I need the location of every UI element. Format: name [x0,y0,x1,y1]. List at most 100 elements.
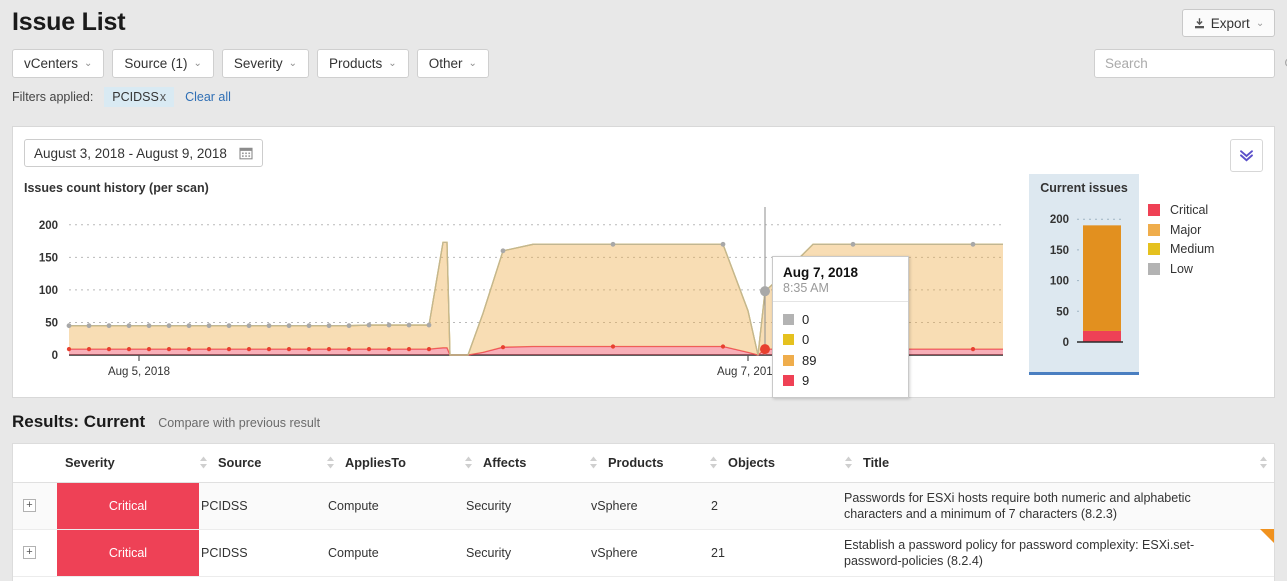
svg-text:100: 100 [1050,276,1069,288]
table-header-row: Severity Source AppliesTo Affects Produc… [13,444,1274,483]
sort-icon[interactable] [199,456,208,469]
results-table: Severity Source AppliesTo Affects Produc… [13,444,1274,577]
tooltip-low-value: 0 [802,311,810,327]
results-table-card: Severity Source AppliesTo Affects Produc… [12,443,1275,581]
chevron-down-icon: ⌄ [288,58,298,69]
cell-source: PCIDSS [199,529,326,577]
filter-other-label: Other [428,56,463,71]
search-box[interactable] [1094,49,1287,78]
th-title[interactable]: Title [844,444,1274,483]
date-range-picker[interactable]: August 3, 2018 - August 9, 2018 [24,139,263,167]
tooltip-row-major: 89 [783,350,898,371]
th-severity[interactable]: Severity [57,444,199,483]
table-row[interactable]: + Critical PCIDSS Compute Security vSphe… [13,528,1274,577]
th-objects-label: Objects [728,455,775,471]
date-range-text: August 3, 2018 - August 9, 2018 [34,145,227,161]
tooltip-row-medium: 0 [783,330,898,351]
filter-pill-pcidss[interactable]: PCIDSSx [104,87,175,107]
sort-icon[interactable] [844,456,853,469]
filter-severity[interactable]: Severity ⌄ [221,49,310,78]
current-issues-title: Current issues [1040,181,1128,195]
filter-products-label: Products [329,56,383,71]
filter-source[interactable]: Source (1) ⌄ [112,49,214,78]
filter-severity-label: Severity [233,56,283,71]
export-button[interactable]: Export ⌄ [1182,9,1275,37]
th-source-label: Source [218,455,262,471]
th-appliesto[interactable]: AppliesTo [326,444,464,483]
expand-row-button[interactable]: + [23,499,36,512]
chart-tooltip: Aug 7, 2018 8:35 AM 0 0 89 9 [772,256,909,398]
chart-title: Issues count history (per scan) [24,181,209,195]
cell-expander: + [13,529,57,577]
filter-vcenters[interactable]: vCenters ⌄ [12,49,105,78]
th-products-label: Products [608,455,664,471]
cell-objects: 2 [709,482,844,530]
cell-affects: Security [464,482,589,530]
tooltip-medium-value: 0 [802,332,810,348]
expand-chart-button[interactable] [1230,139,1263,172]
legend-label-low: Low [1170,262,1193,277]
filter-source-label: Source (1) [124,56,188,71]
cell-appliesto: Compute [326,482,464,530]
cell-products: vSphere [589,482,709,530]
filter-products[interactable]: Products ⌄ [317,49,409,78]
sort-icon[interactable] [464,456,473,469]
th-affects[interactable]: Affects [464,444,589,483]
close-icon[interactable]: x [160,90,166,104]
svg-text:150: 150 [39,252,58,264]
legend-item-major: Major [1148,220,1214,240]
table-row[interactable]: + Critical PCIDSS Compute Security vSphe… [13,482,1274,530]
filter-other[interactable]: Other ⌄ [416,49,489,78]
sort-icon[interactable] [589,456,598,469]
svg-text:Aug 7, 2018: Aug 7, 2018 [717,366,779,378]
th-products[interactable]: Products [589,444,709,483]
calendar-icon[interactable] [239,146,253,160]
flag-triangle-icon [1260,528,1274,544]
compare-previous-link[interactable]: Compare with previous result [158,416,320,430]
filter-button-row: vCenters ⌄ Source (1) ⌄ Severity ⌄ Produ… [12,49,489,78]
cell-affects: Security [464,529,589,577]
th-affects-label: Affects [483,455,527,471]
results-table-body: + Critical PCIDSS Compute Security vSphe… [13,482,1274,577]
cell-expander: + [13,482,57,530]
cell-products: vSphere [589,529,709,577]
legend-label-major: Major [1170,222,1202,237]
cell-title-text: Establish a password policy for password… [844,537,1195,568]
expand-row-button[interactable]: + [23,546,36,559]
results-bar: Results: Current Compare with previous r… [12,412,320,432]
tooltip-values: 0 0 89 9 [773,302,908,391]
sort-icon[interactable] [709,456,718,469]
medium-swatch-icon [1148,243,1160,256]
svg-text:0: 0 [52,350,58,362]
download-icon [1194,17,1204,28]
search-input[interactable] [1103,55,1284,72]
export-label: Export [1210,15,1250,31]
chevron-down-icon: ⌄ [1255,17,1265,29]
cell-title: Establish a password policy for password… [844,528,1274,577]
cell-severity: Critical [57,529,199,577]
major-swatch-icon [1148,223,1160,236]
low-swatch-icon [783,313,794,325]
svg-text:100: 100 [39,285,58,297]
svg-text:50: 50 [1056,306,1069,318]
th-severity-label: Severity [65,455,115,471]
tooltip-major-value: 89 [802,352,817,368]
chevron-down-icon: ⌄ [388,58,397,69]
th-source[interactable]: Source [199,444,326,483]
sort-icon[interactable] [326,456,335,469]
filter-vcenters-label: vCenters [24,56,79,71]
th-title-label: Title [863,455,890,471]
sort-icon[interactable] [1259,456,1268,469]
tooltip-row-low: 0 [783,309,898,330]
clear-all-link[interactable]: Clear all [185,90,231,104]
results-title: Results: Current [12,412,146,431]
legend-item-critical: Critical [1148,200,1214,220]
current-issues-bar-chart: 200 150 100 50 0 [1050,214,1123,349]
filter-pill-label: PCIDSS [112,90,159,104]
svg-text:150: 150 [1050,245,1069,257]
cell-title: Passwords for ESXi hosts require both nu… [844,482,1274,530]
critical-swatch-icon [783,375,794,387]
chart-legend: Critical Major Medium Low [1148,200,1214,279]
th-objects[interactable]: Objects [709,444,844,483]
filters-applied-row: Filters applied: PCIDSSx Clear all [12,87,231,107]
